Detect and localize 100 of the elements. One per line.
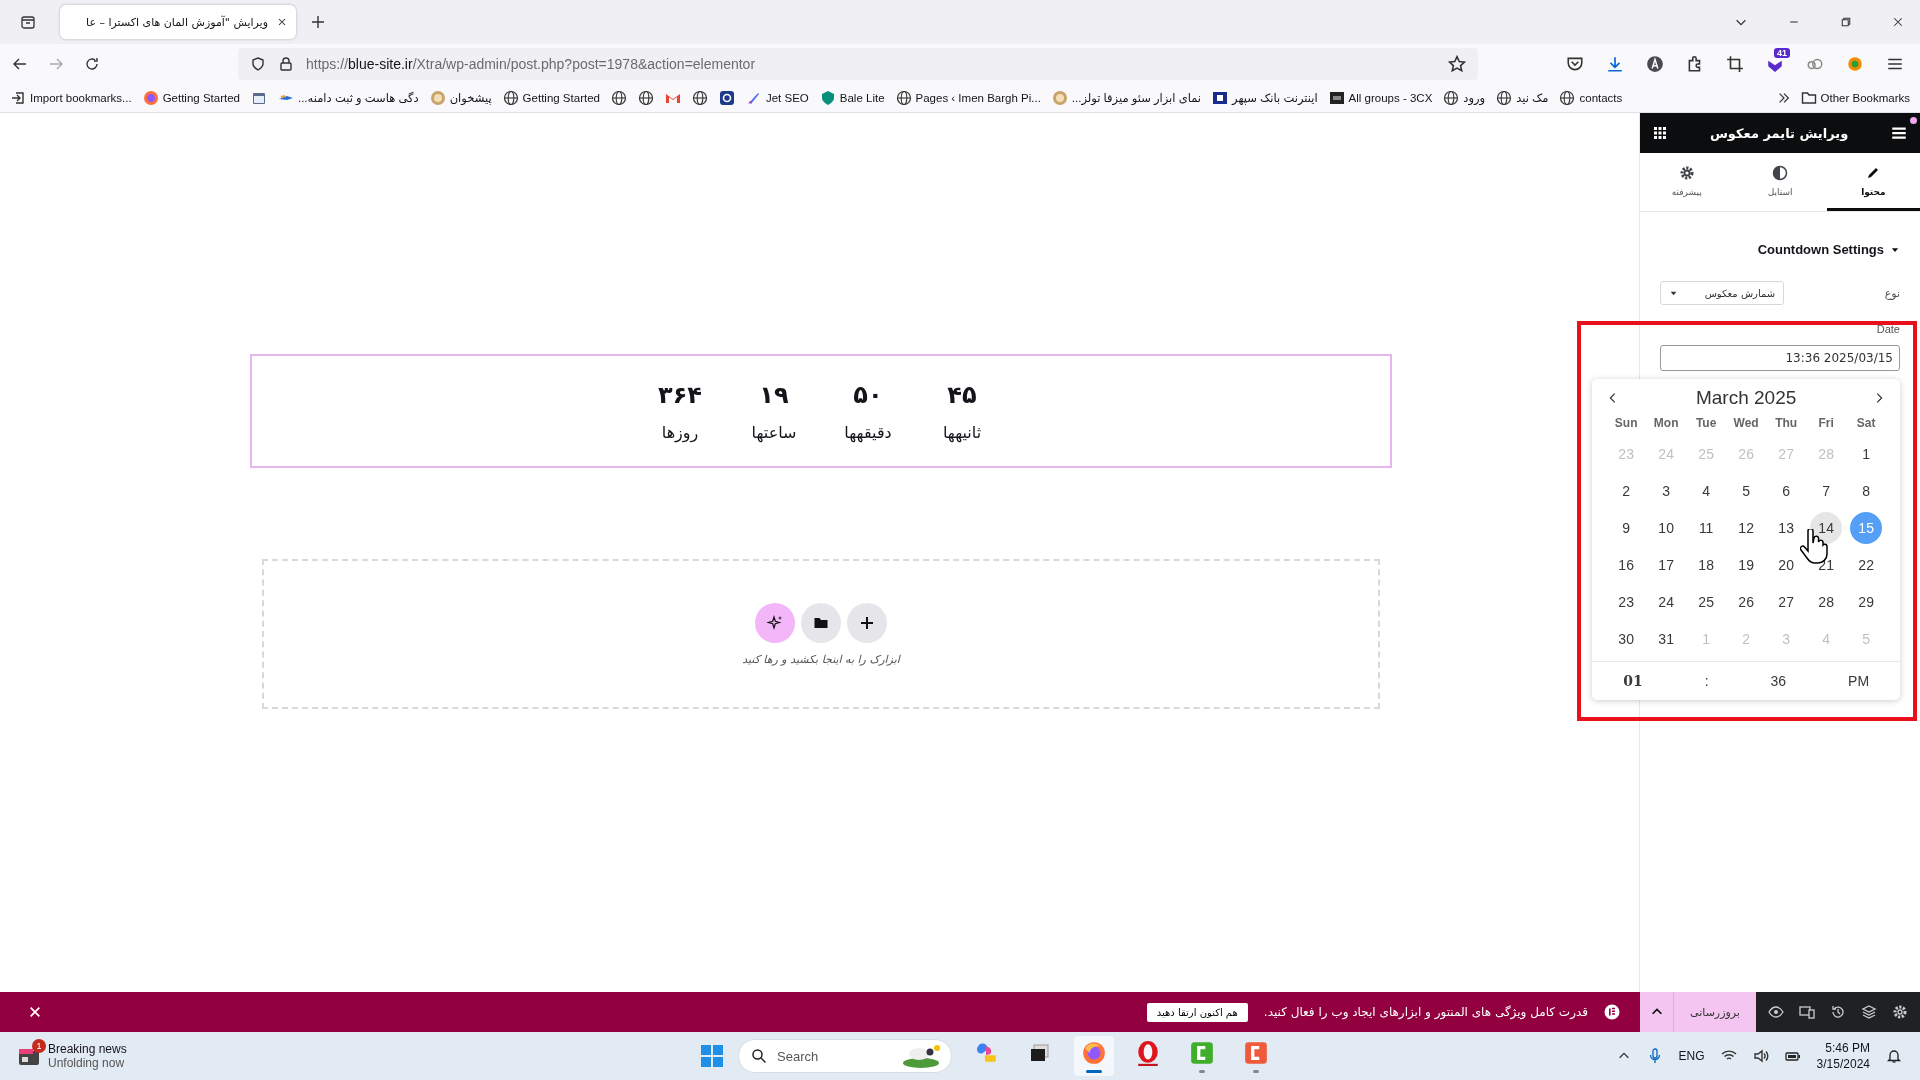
- calendar-day[interactable]: 28: [1810, 585, 1843, 618]
- eye-icon[interactable]: [1767, 1004, 1784, 1020]
- calendar-day[interactable]: 7: [1810, 474, 1843, 507]
- add-button[interactable]: [847, 602, 887, 643]
- date-field[interactable]: 13:36 2025/03/15: [1660, 345, 1900, 371]
- star-icon[interactable]: [1448, 55, 1466, 73]
- bookmark[interactable]: [251, 90, 267, 106]
- weekday-label: Fri: [1817, 415, 1835, 432]
- calendar-day[interactable]: 6: [1770, 474, 1803, 507]
- back-icon[interactable]: [12, 56, 28, 72]
- responsive-icon[interactable]: [1798, 1004, 1815, 1020]
- language-indicator[interactable]: ENG: [1678, 1049, 1705, 1063]
- calendar-day[interactable]: 11: [1690, 511, 1723, 544]
- type-select[interactable]: شمارش معکوس: [1660, 281, 1785, 305]
- calendar-day[interactable]: 1: [1850, 437, 1883, 470]
- calendar-day[interactable]: 25: [1690, 585, 1723, 618]
- bookmark[interactable]: Other Bookmarks: [1800, 90, 1910, 106]
- calendar-day[interactable]: 9: [1610, 511, 1643, 544]
- browser-tab[interactable]: ویرایش "آموزش المان های اکسترا – عا: [60, 5, 296, 39]
- bookmark[interactable]: [610, 90, 627, 106]
- calendar-day[interactable]: 26: [1730, 585, 1763, 618]
- search-icon: [751, 1048, 767, 1064]
- minute-field[interactable]: 36: [1770, 673, 1787, 689]
- search-field[interactable]: Search: [738, 1039, 952, 1073]
- section-title[interactable]: Countdown Settings: [1757, 242, 1884, 257]
- notification-icon[interactable]: [1886, 1048, 1902, 1064]
- tab-list-icon[interactable]: [20, 14, 36, 30]
- bookmark[interactable]: [637, 90, 654, 106]
- period-toggle[interactable]: PM: [1848, 673, 1870, 689]
- calendar-day[interactable]: 13: [1770, 511, 1803, 544]
- crop-icon[interactable]: [1726, 55, 1744, 73]
- template-button[interactable]: [801, 602, 841, 643]
- volume-icon[interactable]: [1752, 1048, 1769, 1064]
- layers-icon[interactable]: [1861, 1004, 1878, 1020]
- calendar-day[interactable]: 17: [1650, 548, 1683, 581]
- apps-grid-icon[interactable]: [1652, 125, 1669, 141]
- calendar-day[interactable]: 22: [1850, 548, 1883, 581]
- restore-icon[interactable]: [1840, 16, 1852, 28]
- calendar-day[interactable]: 30: [1610, 622, 1643, 655]
- settings-icon[interactable]: [1892, 1004, 1909, 1020]
- panel-tab[interactable]: محتوا: [1826, 153, 1920, 211]
- address-bar[interactable]: https://blue-site.ir/Xtra/wp-admin/post.php?post=1978&action=elementor: [238, 48, 1478, 80]
- weekday-label: Tue: [1694, 415, 1718, 432]
- history-icon[interactable]: [1829, 1004, 1846, 1020]
- calendar-day[interactable]: 12: [1730, 511, 1763, 544]
- reload-icon[interactable]: [84, 56, 100, 72]
- close-icon[interactable]: [1892, 16, 1904, 28]
- calendar-day[interactable]: 4: [1690, 474, 1723, 507]
- countdown-widget[interactable]: ۴۵ ثانیهها ۵۰ دقیقهها ۱۹ ساعتها ۳۶۴ روزها: [250, 354, 1392, 468]
- close-icon[interactable]: [276, 16, 288, 28]
- bookmark[interactable]: [691, 90, 708, 106]
- bookmark[interactable]: [718, 90, 735, 106]
- bookmark[interactable]: Import bookmarks...: [10, 90, 132, 106]
- bookmark[interactable]: Getting Started: [502, 90, 600, 106]
- calendar-day[interactable]: 10: [1650, 511, 1683, 544]
- ai-button[interactable]: [755, 602, 795, 643]
- new-tab-icon[interactable]: [310, 14, 326, 30]
- bookmark[interactable]: Pages ‹ Imen Bargh Pi...: [895, 90, 1041, 106]
- countdown-value: ۱۹: [759, 380, 789, 409]
- calendar-day[interactable]: 18: [1690, 548, 1723, 581]
- bookmark[interactable]: اینترنت بانک سپهر: [1212, 90, 1318, 106]
- bookmark[interactable]: مک نید: [1496, 90, 1549, 106]
- calendar-day[interactable]: 24: [1650, 585, 1683, 618]
- calendar-day[interactable]: 31: [1650, 622, 1683, 655]
- calendar-day[interactable]: 3: [1650, 474, 1683, 507]
- bookmark[interactable]: ورود: [1443, 90, 1486, 106]
- clock[interactable]: 5:46 PM 3/15/2024: [1816, 1041, 1870, 1071]
- calendar-day[interactable]: 20: [1770, 548, 1803, 581]
- panel-tab[interactable]: پیشرفته: [1640, 153, 1734, 211]
- calendar-day[interactable]: 29: [1850, 585, 1883, 618]
- bookmark[interactable]: نمای ابزار سئو میزفا تولز...: [1051, 90, 1202, 106]
- menu-icon[interactable]: [1890, 124, 1908, 142]
- hour-field[interactable]: 01: [1623, 673, 1643, 689]
- upgrade-button[interactable]: هم اکنون ارتقا دهید: [1146, 1002, 1248, 1022]
- news-widget[interactable]: 1 Breaking news Unfolding now: [18, 1042, 127, 1070]
- calendar-day[interactable]: 23: [1610, 585, 1643, 618]
- bookmark[interactable]: دگی هاست و ثبت دامنه...: [278, 90, 419, 106]
- bookmark[interactable]: پیشخوان: [429, 90, 492, 106]
- calendar-day[interactable]: 27: [1770, 585, 1803, 618]
- bookmark[interactable]: contacts: [1559, 90, 1623, 106]
- calendar-day[interactable]: 2: [1610, 474, 1643, 507]
- account-icon[interactable]: [1646, 55, 1664, 73]
- calendar-day[interactable]: 8: [1850, 474, 1883, 507]
- bookmark[interactable]: All groups - 3CX: [1328, 90, 1433, 106]
- extension-logo-icon[interactable]: [1846, 55, 1864, 73]
- countdown-value: ۳۶۴: [658, 380, 702, 409]
- pocket-icon[interactable]: [1566, 55, 1584, 73]
- bookmark[interactable]: Bale Lite: [819, 90, 885, 106]
- calendar-day[interactable]: 5: [1730, 474, 1763, 507]
- download-icon[interactable]: [1606, 55, 1624, 73]
- camtasia-icon: [1189, 1039, 1215, 1066]
- time-separator: :: [1704, 673, 1709, 689]
- drop-zone[interactable]: ابزارک را به اینجا بکشید و رها کنید: [262, 559, 1380, 709]
- panel-tab[interactable]: استایل: [1733, 153, 1827, 211]
- calendar-day[interactable]: 16: [1610, 548, 1643, 581]
- calendar-day[interactable]: 19: [1730, 548, 1763, 581]
- bookmark[interactable]: Getting Started: [142, 90, 240, 106]
- bookmark[interactable]: Jet SEO: [745, 90, 809, 106]
- update-button[interactable]: بروزرسانی: [1674, 992, 1756, 1032]
- start-icon[interactable]: [700, 1044, 724, 1068]
